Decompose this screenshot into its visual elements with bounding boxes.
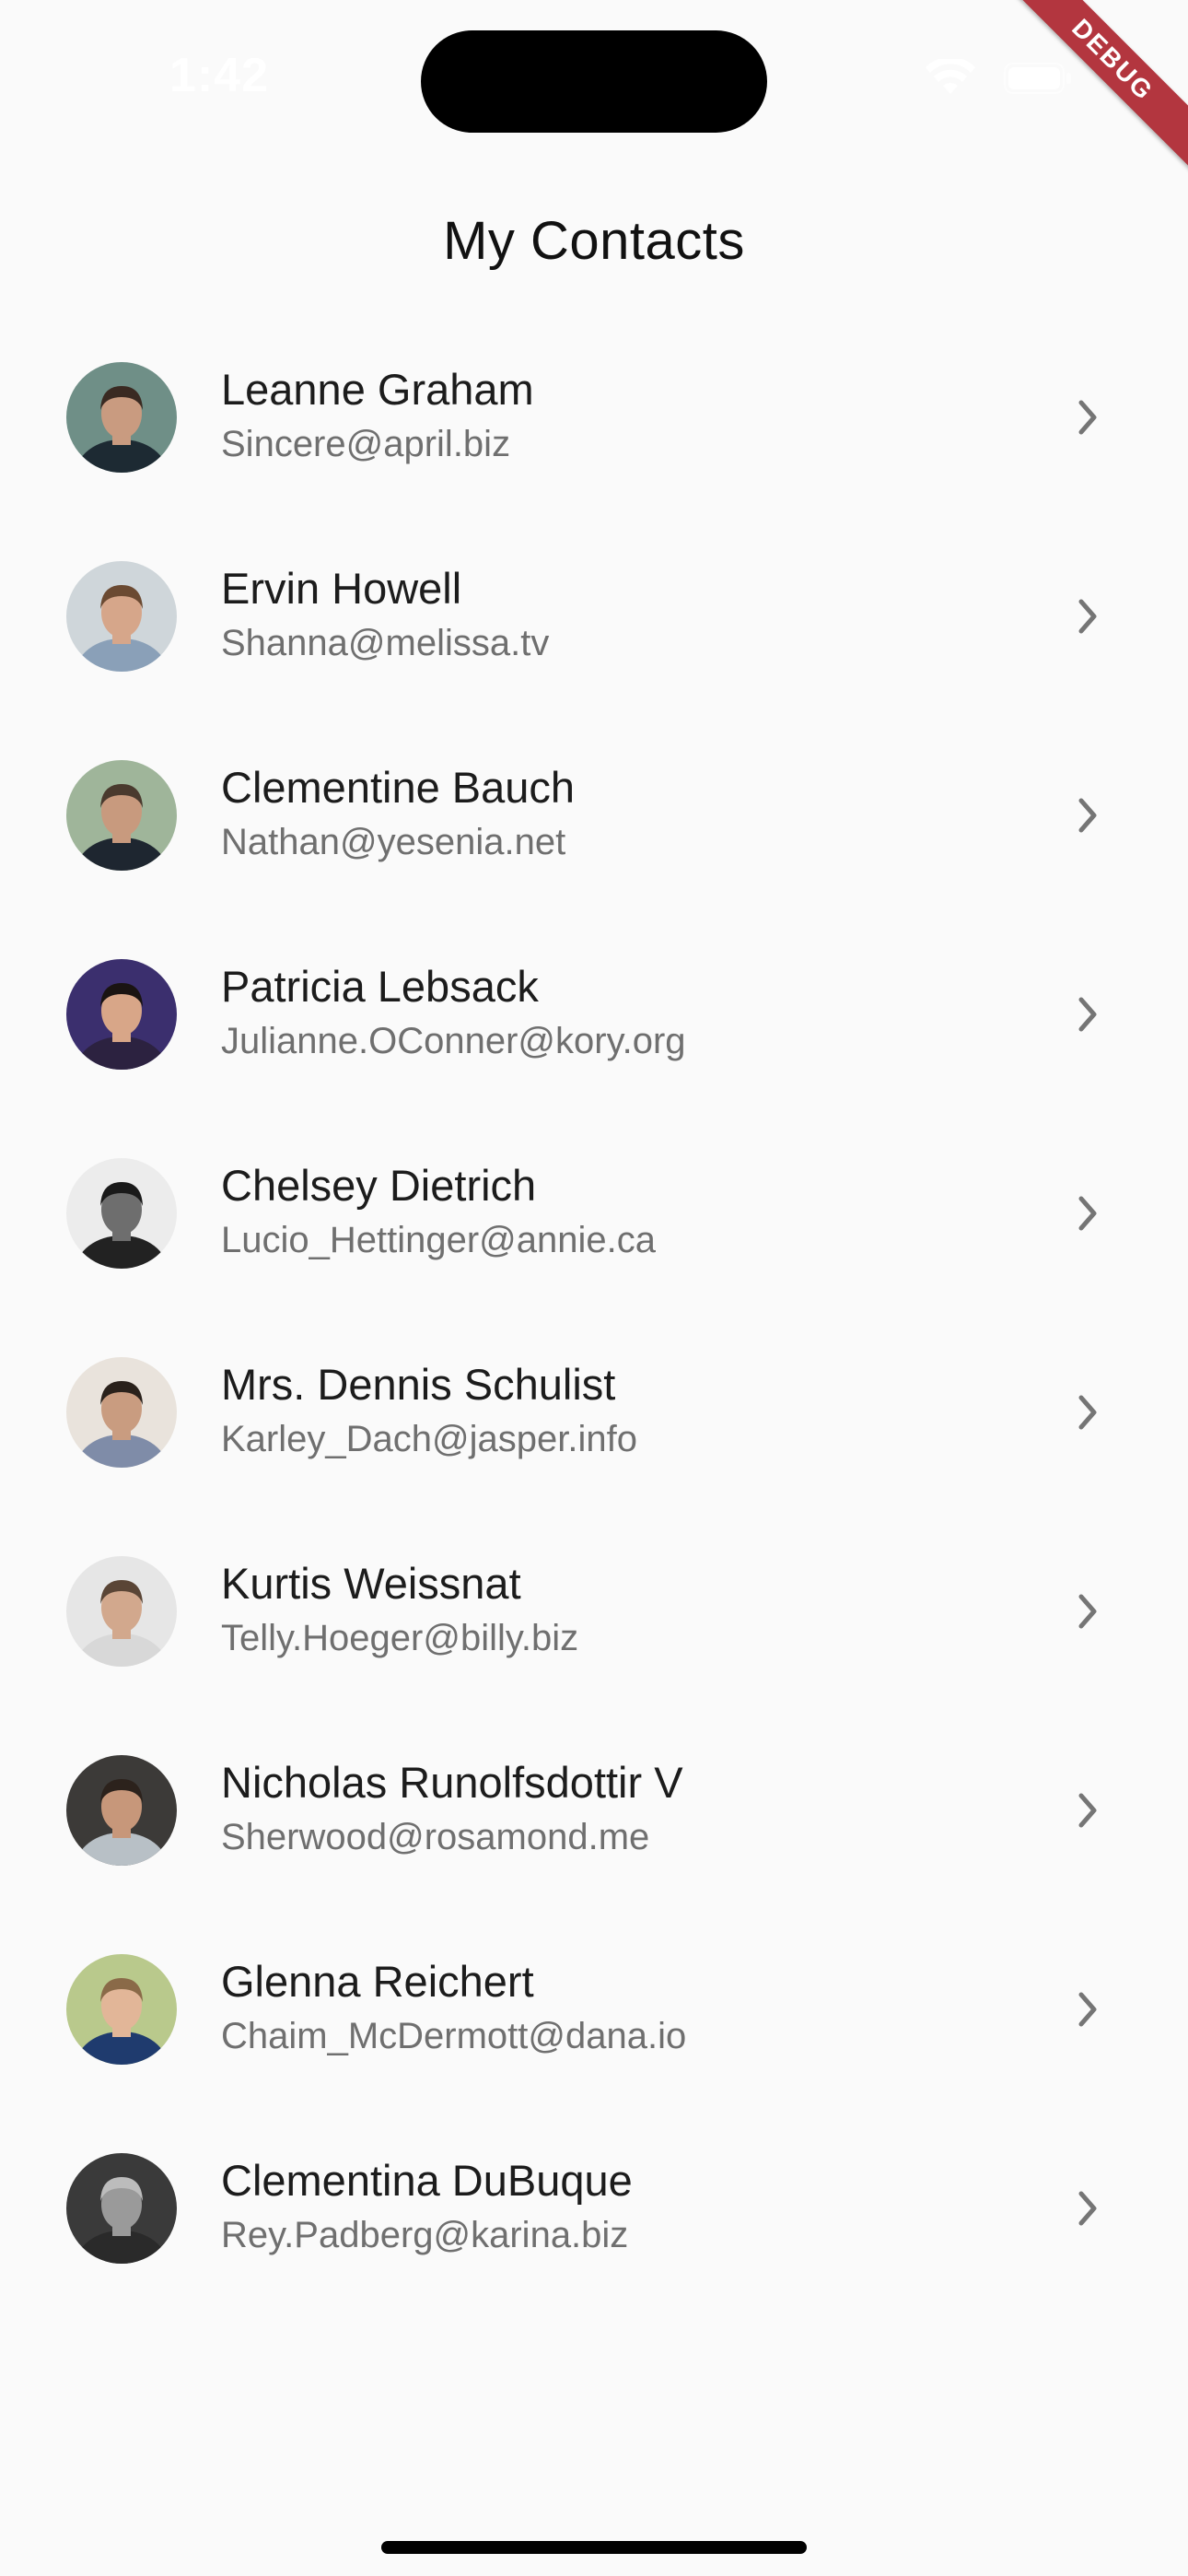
contact-name: Clementine Bauch <box>221 763 576 812</box>
contact-row[interactable]: Mrs. Dennis Schulist Karley_Dach@jasper.i… <box>0 1313 1188 1512</box>
chevron-right-icon[interactable] <box>1074 397 1101 438</box>
chevron-right-icon[interactable] <box>1074 1989 1101 2030</box>
contact-email: Nathan@yesenia.net <box>221 822 566 862</box>
avatar <box>66 1954 177 2065</box>
page-title: My Contacts <box>443 211 745 271</box>
chevron-right-icon[interactable] <box>1074 2188 1101 2229</box>
chevron-right-icon[interactable] <box>1074 1591 1101 1632</box>
contact-row[interactable]: Glenna Reichert Chaim_McDermott@dana.io <box>0 1910 1188 2109</box>
contact-name: Leanne Graham <box>221 365 534 414</box>
contact-email: Sherwood@rosamond.me <box>221 1817 650 1857</box>
contact-row[interactable]: Ervin Howell Shanna@melissa.tv <box>0 517 1188 716</box>
chevron-right-icon[interactable] <box>1074 994 1101 1035</box>
app-bar: My Contacts <box>0 175 1188 304</box>
contact-email: Rey.Padberg@karina.biz <box>221 2215 629 2255</box>
contact-row[interactable]: Chelsey Dietrich Lucio_Hettinger@annie.ca <box>0 1114 1188 1313</box>
contact-name: Patricia Lebsack <box>221 962 539 1011</box>
contact-email: Telly.Hoeger@billy.biz <box>221 1618 579 1658</box>
contact-row[interactable]: Leanne Graham Sincere@april.biz <box>0 318 1188 517</box>
avatar <box>66 760 177 871</box>
wifi-icon <box>926 59 975 94</box>
chevron-right-icon[interactable] <box>1074 795 1101 836</box>
contact-row[interactable]: Clementine Bauch Nathan@yesenia.net <box>0 716 1188 915</box>
contact-email: Karley_Dach@jasper.info <box>221 1419 637 1459</box>
chevron-right-icon[interactable] <box>1074 1392 1101 1433</box>
avatar <box>66 1158 177 1269</box>
contact-name: Clementina DuBuque <box>221 2156 633 2205</box>
avatar <box>66 1755 177 1866</box>
contact-list: Leanne Graham Sincere@april.biz Ervin Howe… <box>0 318 1188 2308</box>
contact-row[interactable]: Nicholas Runolfsdottir V Sherwood@rosamon… <box>0 1711 1188 1910</box>
avatar <box>66 2153 177 2264</box>
debug-banner: DEBUG <box>1004 0 1188 184</box>
home-indicator[interactable] <box>381 2541 807 2554</box>
contact-name: Nicholas Runolfsdottir V <box>221 1758 683 1807</box>
avatar <box>66 362 177 473</box>
chevron-right-icon[interactable] <box>1074 1193 1101 1234</box>
avatar <box>66 561 177 672</box>
contact-row[interactable]: Kurtis Weissnat Telly.Hoeger@billy.biz <box>0 1512 1188 1711</box>
contact-name: Kurtis Weissnat <box>221 1559 521 1608</box>
contact-name: Glenna Reichert <box>221 1957 534 2006</box>
contact-name: Chelsey Dietrich <box>221 1161 537 1210</box>
contact-email: Lucio_Hettinger@annie.ca <box>221 1220 657 1260</box>
debug-label: DEBUG <box>1004 0 1188 173</box>
contact-name: Mrs. Dennis Schulist <box>221 1360 616 1409</box>
avatar <box>66 1357 177 1468</box>
status-time: 1:42 <box>169 49 270 102</box>
contact-email: Shanna@melissa.tv <box>221 623 550 663</box>
chevron-right-icon[interactable] <box>1074 596 1101 637</box>
dynamic-island <box>421 30 767 133</box>
contact-row[interactable]: Patricia Lebsack Julianne.OConner@kory.or… <box>0 915 1188 1114</box>
contact-email: Chaim_McDermott@dana.io <box>221 2016 687 2056</box>
contact-email: Sincere@april.biz <box>221 424 511 464</box>
contact-name: Ervin Howell <box>221 564 462 613</box>
contact-email: Julianne.OConner@kory.org <box>221 1021 686 1061</box>
avatar <box>66 1556 177 1667</box>
chevron-right-icon[interactable] <box>1074 1790 1101 1831</box>
contact-row[interactable]: Clementina DuBuque Rey.Padberg@karina.biz <box>0 2109 1188 2308</box>
avatar <box>66 959 177 1070</box>
